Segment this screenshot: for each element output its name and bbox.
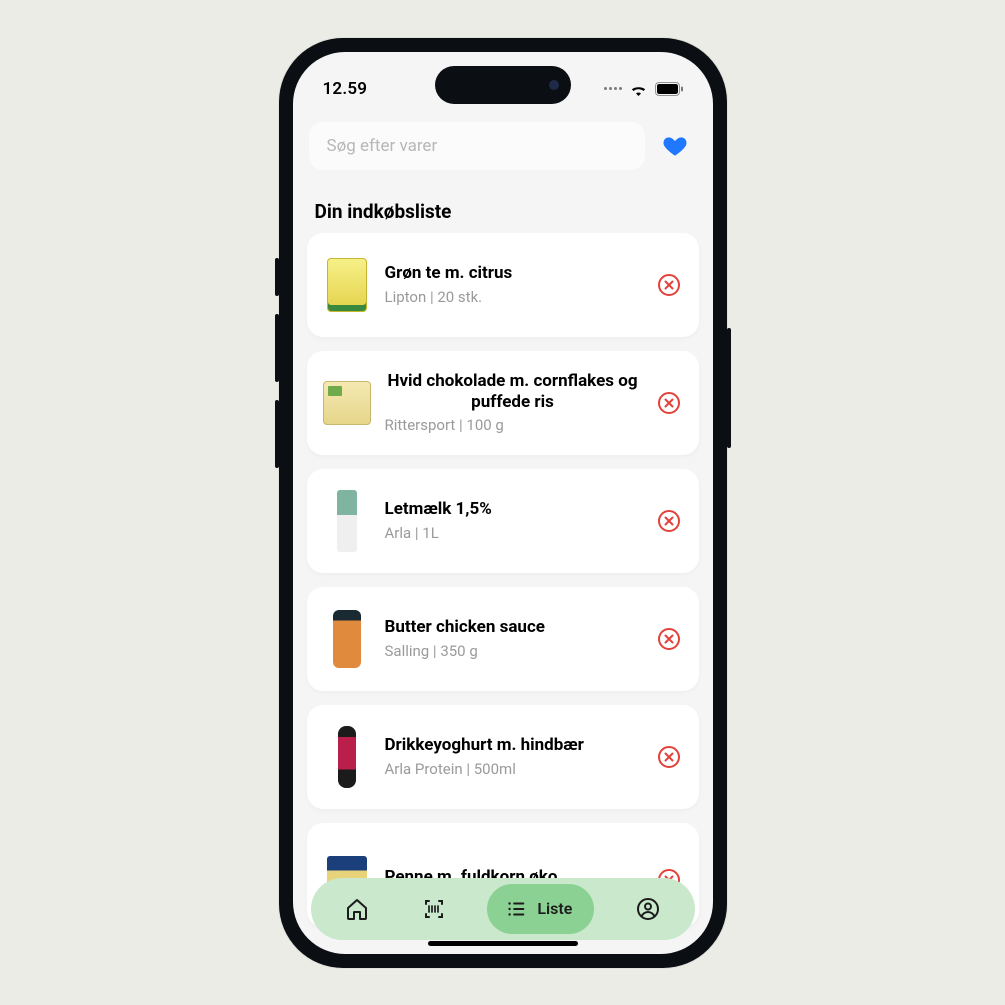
remove-button[interactable] bbox=[655, 507, 683, 535]
product-image bbox=[323, 606, 371, 672]
phone-frame: 12.59 Søg efter varer Din indk bbox=[279, 38, 727, 968]
list-item[interactable]: Letmælk 1,5% Arla | 1L bbox=[307, 469, 699, 573]
search-input[interactable]: Søg efter varer bbox=[309, 122, 645, 170]
search-placeholder: Søg efter varer bbox=[327, 136, 438, 156]
remove-button[interactable] bbox=[655, 625, 683, 653]
close-circle-icon bbox=[657, 509, 681, 533]
remove-button[interactable] bbox=[655, 271, 683, 299]
product-title: Grøn te m. citrus bbox=[385, 263, 641, 284]
favorites-button[interactable] bbox=[653, 124, 697, 168]
close-circle-icon bbox=[657, 273, 681, 297]
product-image bbox=[323, 370, 371, 436]
close-circle-icon bbox=[657, 391, 681, 415]
product-title: Letmælk 1,5% bbox=[385, 499, 641, 520]
list-item[interactable]: Hvid chokolade m. cornflakes og puffede … bbox=[307, 351, 699, 455]
heart-icon bbox=[662, 133, 688, 159]
list-item[interactable]: Butter chicken sauce Salling | 350 g bbox=[307, 587, 699, 691]
remove-button[interactable] bbox=[655, 389, 683, 417]
product-title: Drikkeyoghurt m. hindbær bbox=[385, 735, 641, 756]
list-item[interactable]: Drikkeyoghurt m. hindbær Arla Protein | … bbox=[307, 705, 699, 809]
list-icon bbox=[505, 898, 527, 920]
status-time: 12.59 bbox=[323, 79, 368, 99]
screen: 12.59 Søg efter varer Din indk bbox=[293, 52, 713, 954]
nav-list-label: Liste bbox=[537, 899, 572, 918]
wifi-icon bbox=[629, 82, 648, 96]
product-subtitle: Rittersport | 100 g bbox=[385, 416, 641, 434]
home-icon bbox=[345, 897, 369, 921]
nav-home[interactable] bbox=[334, 886, 380, 932]
product-subtitle: Salling | 350 g bbox=[385, 642, 641, 660]
nav-profile[interactable] bbox=[625, 886, 671, 932]
user-icon bbox=[636, 897, 660, 921]
product-image bbox=[323, 252, 371, 318]
product-subtitle: Lipton | 20 stk. bbox=[385, 288, 641, 306]
dynamic-island bbox=[435, 66, 571, 104]
product-title: Hvid chokolade m. cornflakes og puffede … bbox=[385, 371, 641, 414]
close-circle-icon bbox=[657, 745, 681, 769]
section-title: Din indkøbsliste bbox=[293, 180, 713, 233]
nav-list-active[interactable]: Liste bbox=[487, 884, 594, 934]
battery-icon bbox=[655, 82, 683, 96]
list-item[interactable]: Grøn te m. citrus Lipton | 20 stk. bbox=[307, 233, 699, 337]
scan-icon bbox=[422, 897, 446, 921]
remove-button[interactable] bbox=[655, 743, 683, 771]
nav-scan[interactable] bbox=[411, 886, 457, 932]
product-title: Butter chicken sauce bbox=[385, 617, 641, 638]
product-subtitle: Arla Protein | 500ml bbox=[385, 760, 641, 778]
close-circle-icon bbox=[657, 627, 681, 651]
product-image bbox=[323, 488, 371, 554]
bottom-nav: Liste bbox=[311, 878, 695, 940]
cellular-icon bbox=[604, 87, 622, 90]
product-subtitle: Arla | 1L bbox=[385, 524, 641, 542]
shopping-list[interactable]: Grøn te m. citrus Lipton | 20 stk. Hvid … bbox=[293, 233, 713, 954]
product-image bbox=[323, 724, 371, 790]
